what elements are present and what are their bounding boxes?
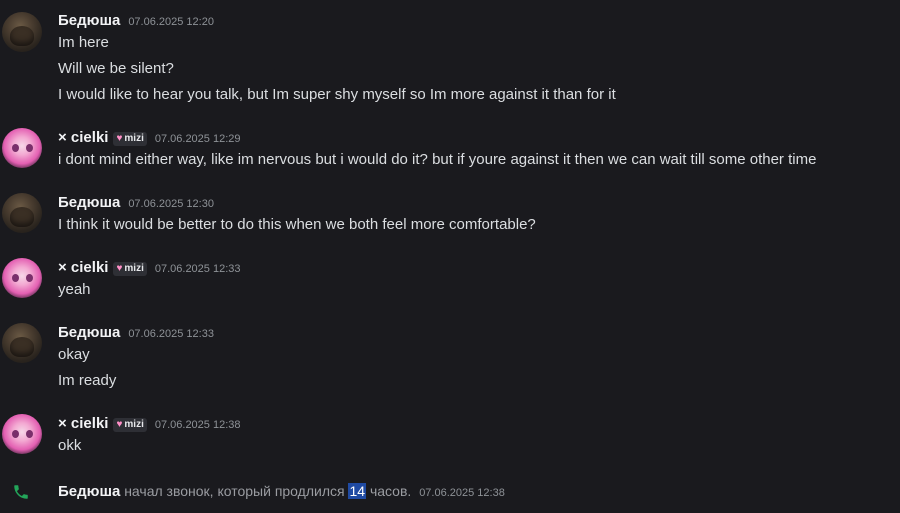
message-text: i dont mind either way, like im nervous … xyxy=(58,151,817,168)
message-timestamp: 07.06.2025 12:30 xyxy=(128,198,214,210)
author-name[interactable]: Бедюша xyxy=(58,483,120,500)
badge-label: mizi xyxy=(124,133,144,144)
call-duration: 14 xyxy=(348,483,367,499)
author-name[interactable]: × cielki xyxy=(58,415,108,432)
heart-icon: ♥ xyxy=(116,133,123,144)
call-description: начал звонок, который продлился xyxy=(124,483,345,499)
phone-icon xyxy=(14,485,28,499)
avatar[interactable] xyxy=(2,193,42,233)
author-name[interactable]: × cielki xyxy=(58,259,108,276)
author-name[interactable]: Бедюша xyxy=(58,194,120,211)
heart-icon: ♥ xyxy=(116,263,123,274)
message-text: okay xyxy=(58,346,90,363)
avatar[interactable] xyxy=(2,128,42,168)
call-text: Бедюша начал звонок, который продлился 1… xyxy=(58,483,505,500)
message-header: × cielki ♥ mizi 07.06.2025 12:33 xyxy=(58,259,241,277)
server-tag-badge[interactable]: ♥ mizi xyxy=(113,131,147,146)
server-tag-badge[interactable]: ♥ mizi xyxy=(113,261,147,276)
message-header: × cielki ♥ mizi 07.06.2025 12:38 xyxy=(58,415,241,433)
message-text: Will we be silent? xyxy=(58,60,174,77)
message-timestamp: 07.06.2025 12:29 xyxy=(154,133,241,145)
author-name[interactable]: Бедюша xyxy=(58,12,120,29)
server-tag-badge[interactable]: ♥ mizi xyxy=(113,417,147,432)
message-timestamp: 07.06.2025 12:33 xyxy=(154,263,241,275)
message-header: × cielki ♥ mizi 07.06.2025 12:29 xyxy=(58,129,241,147)
badge-label: mizi xyxy=(124,263,144,274)
badge-label: mizi xyxy=(124,419,144,430)
message-text: I think it would be better to do this wh… xyxy=(58,216,536,233)
author-name[interactable]: × cielki xyxy=(58,129,108,146)
message-text: Im here xyxy=(58,34,109,51)
chat-message-list[interactable]: Бедюша 07.06.2025 12:20 Im here Will we … xyxy=(0,0,900,513)
call-duration-unit: часов. xyxy=(369,483,412,499)
message-timestamp: 07.06.2025 12:20 xyxy=(128,16,214,28)
avatar[interactable] xyxy=(2,12,42,52)
avatar[interactable] xyxy=(2,258,42,298)
message-header: Бедюша 07.06.2025 12:30 xyxy=(58,194,214,212)
message-text: okk xyxy=(58,437,82,454)
author-name[interactable]: Бедюша xyxy=(58,324,120,341)
avatar[interactable] xyxy=(2,414,42,454)
message-header: Бедюша 07.06.2025 12:20 xyxy=(58,12,214,30)
call-system-message: Бедюша начал звонок, который продлился 1… xyxy=(0,482,900,502)
message-text: Im ready xyxy=(58,372,117,389)
avatar[interactable] xyxy=(2,323,42,363)
heart-icon: ♥ xyxy=(116,419,123,430)
message-timestamp: 07.06.2025 12:38 xyxy=(154,419,241,431)
message-timestamp: 07.06.2025 12:38 xyxy=(419,487,505,499)
message-text: I would like to hear you talk, but Im su… xyxy=(58,86,616,103)
message-header: Бедюша 07.06.2025 12:33 xyxy=(58,324,214,342)
message-text: yeah xyxy=(58,281,91,298)
message-timestamp: 07.06.2025 12:33 xyxy=(128,328,214,340)
